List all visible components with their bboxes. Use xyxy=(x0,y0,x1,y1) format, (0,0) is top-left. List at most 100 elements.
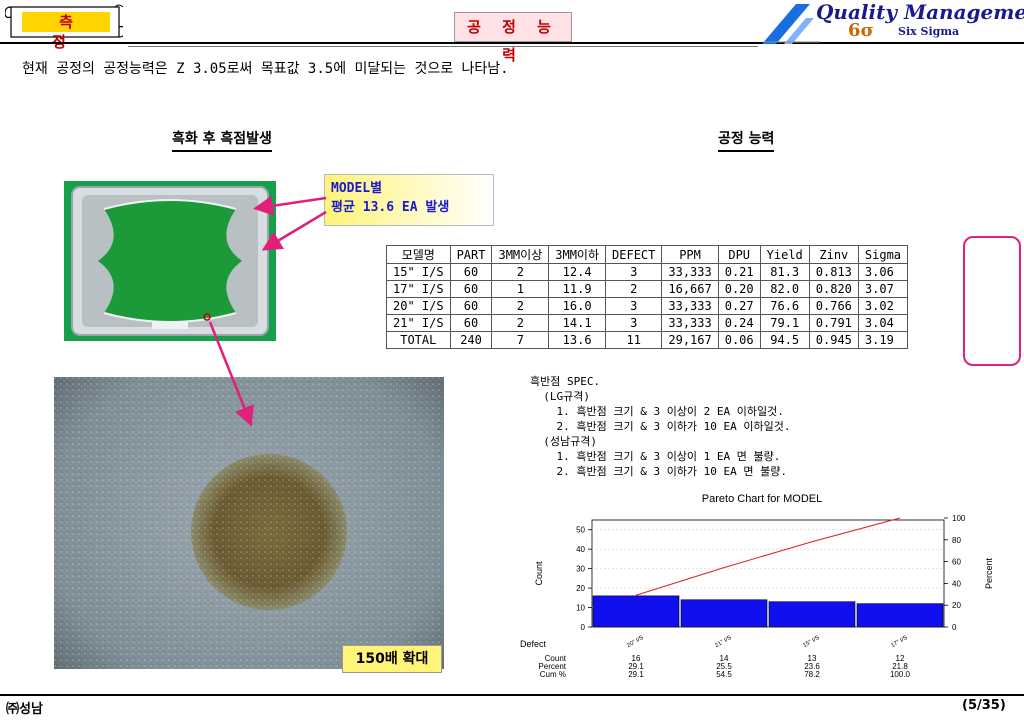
table-cell: 94.5 xyxy=(759,331,810,349)
table-cell: 3 xyxy=(605,297,663,315)
spec-text-block: 흑반점 SPEC. (LG규격) 1. 흑반점 크기 & 3 이상이 2 EA … xyxy=(530,374,791,479)
callout-line-2: 평균 13.6 EA 발생 xyxy=(331,200,450,215)
table-cell: 0.21 xyxy=(717,263,761,281)
table-cell: 2 xyxy=(605,280,663,298)
table-cell: 2 xyxy=(491,297,550,315)
magnification-label: 150배 확대 xyxy=(342,645,442,673)
spec-line: 2. 흑반점 크기 & 3 이하가 10 EA 면 불량. xyxy=(530,465,788,478)
chart-title: Pareto Chart for MODEL xyxy=(702,493,822,505)
table-cell: 17" I/S xyxy=(386,280,451,298)
table-cell: 82.0 xyxy=(759,280,810,298)
table-cell: 1 xyxy=(491,280,550,298)
table-cell: 2 xyxy=(491,314,550,332)
col-under-3mm: 3MM이하 xyxy=(548,245,607,264)
summary-text: 현재 공정의 공정능력은 Z 3.05로써 목표값 3.5에 미달되는 것으로 … xyxy=(22,61,509,77)
table-cell: 0.20 xyxy=(717,280,761,298)
table-cell: 60 xyxy=(449,314,493,332)
y-tick-label: 50 xyxy=(576,526,585,535)
y-tick-label: 40 xyxy=(576,545,585,554)
table-cell: 16,667 xyxy=(661,280,719,298)
table-cell: 76.6 xyxy=(759,297,810,315)
model-average-callout: MODEL별 평균 13.6 EA 발생 xyxy=(324,174,494,226)
col-over-3mm: 3MM이상 xyxy=(491,245,550,264)
category-label: 15" I/S xyxy=(802,635,820,649)
pareto-bar xyxy=(768,601,856,628)
row-label-cum: Cum % xyxy=(540,670,566,679)
y2-tick-label: 80 xyxy=(952,536,961,545)
table-cell: 14.1 xyxy=(548,314,607,332)
table-cell: 2 xyxy=(491,263,550,281)
cum-percent-value: 78.2 xyxy=(804,670,820,679)
magnified-spot-photo xyxy=(54,377,444,669)
col-dpu: DPU xyxy=(717,245,761,264)
spec-line: 1. 흑반점 크기 & 3 이상이 1 EA 면 불량. xyxy=(530,450,781,463)
table-cell: 7 xyxy=(491,331,550,349)
col-model: 모델명 xyxy=(386,245,451,264)
table-cell: 0.06 xyxy=(717,331,761,349)
table-row: 17" I/S 60 1 11.9 2 16,667 0.20 82.0 0.8… xyxy=(386,280,909,298)
y-tick-label: 10 xyxy=(576,604,585,613)
spec-line: (성남규격) xyxy=(530,435,597,448)
table-cell: 0.945 xyxy=(808,331,859,349)
table-cell: 240 xyxy=(449,331,493,349)
table-cell: 3.06 xyxy=(857,263,909,281)
table-cell: 21" I/S xyxy=(386,314,451,332)
cum-percent-value: 100.0 xyxy=(890,670,911,679)
table-cell: 0.766 xyxy=(808,297,859,315)
y-tick-label: 0 xyxy=(581,623,586,632)
table-row: 20" I/S 60 2 16.0 3 33,333 0.27 76.6 0.7… xyxy=(386,297,909,315)
table-cell: 0.820 xyxy=(808,280,859,298)
table-cell: 79.1 xyxy=(759,314,810,332)
pareto-bar xyxy=(592,595,680,628)
table-header-row: 모델명 PART 3MM이상 3MM이하 DEFECT PPM DPU Yiel… xyxy=(386,245,909,264)
spec-line: (LG규격) xyxy=(530,390,590,403)
sigma-column-highlight xyxy=(963,236,1021,366)
table-cell: 0.813 xyxy=(808,263,859,281)
header-subline xyxy=(128,46,758,47)
table-cell: 33,333 xyxy=(661,314,719,332)
y2-tick-label: 100 xyxy=(952,514,966,523)
table-cell: 3.04 xyxy=(857,314,909,332)
table-cell: 3.19 xyxy=(857,331,909,349)
table-cell: 13.6 xyxy=(548,331,607,349)
table-cell: TOTAL xyxy=(386,331,451,349)
spec-line: 1. 흑반점 크기 & 3 이상이 2 EA 이하일것. xyxy=(530,405,784,418)
table-cell: 0.791 xyxy=(808,314,859,332)
company-name: ㈜성남 xyxy=(6,702,43,717)
table-row: 21" I/S 60 2 14.1 3 33,333 0.24 79.1 0.7… xyxy=(386,314,909,332)
spec-line: 2. 흑반점 크기 & 3 이하가 10 EA 이하일것. xyxy=(530,420,791,433)
pareto-bar xyxy=(856,603,944,628)
pareto-chart: Pareto Chart for MODEL 0 10 20 30 40 50 0 20 40 60… xyxy=(520,493,994,679)
page-number: (5/35) xyxy=(962,698,1006,713)
table-cell: 0.27 xyxy=(717,297,761,315)
table-cell: 33,333 xyxy=(661,297,719,315)
section-label: 측 정 xyxy=(22,12,110,51)
table-cell: 0.24 xyxy=(717,314,761,332)
table-cell: 81.3 xyxy=(759,263,810,281)
y2-tick-label: 40 xyxy=(952,579,961,588)
left-section-heading: 흑화 후 흑점발생 xyxy=(172,128,272,152)
pareto-bar xyxy=(680,599,768,628)
table-cell: 29,167 xyxy=(661,331,719,349)
table-cell: 15" I/S xyxy=(386,263,451,281)
col-zinv: Zinv xyxy=(808,245,859,264)
panel-photo xyxy=(64,181,276,341)
spec-line: 흑반점 SPEC. xyxy=(530,375,601,388)
logo-sigma: 6σ xyxy=(848,20,874,41)
y2-tick-label: 0 xyxy=(952,623,957,632)
col-defect: DEFECT xyxy=(605,245,663,264)
y2-tick-label: 20 xyxy=(952,601,961,610)
right-section-heading: 공정 능력 xyxy=(718,128,775,152)
table-cell: 11 xyxy=(605,331,663,349)
table-cell: 12.4 xyxy=(548,263,607,281)
col-yield: Yield xyxy=(759,245,810,264)
table-cell: 3 xyxy=(605,263,663,281)
callout-line-1: MODEL별 xyxy=(331,181,383,196)
col-ppm: PPM xyxy=(661,245,719,264)
y-tick-label: 20 xyxy=(576,584,585,593)
table-cell: 3.07 xyxy=(857,280,909,298)
process-capability-table: 모델명 PART 3MM이상 3MM이하 DEFECT PPM DPU Yiel… xyxy=(386,245,909,349)
footer-divider xyxy=(0,694,1024,696)
category-label: 20" I/S xyxy=(626,635,644,649)
page-title: 공 정 능 력 xyxy=(454,12,572,64)
